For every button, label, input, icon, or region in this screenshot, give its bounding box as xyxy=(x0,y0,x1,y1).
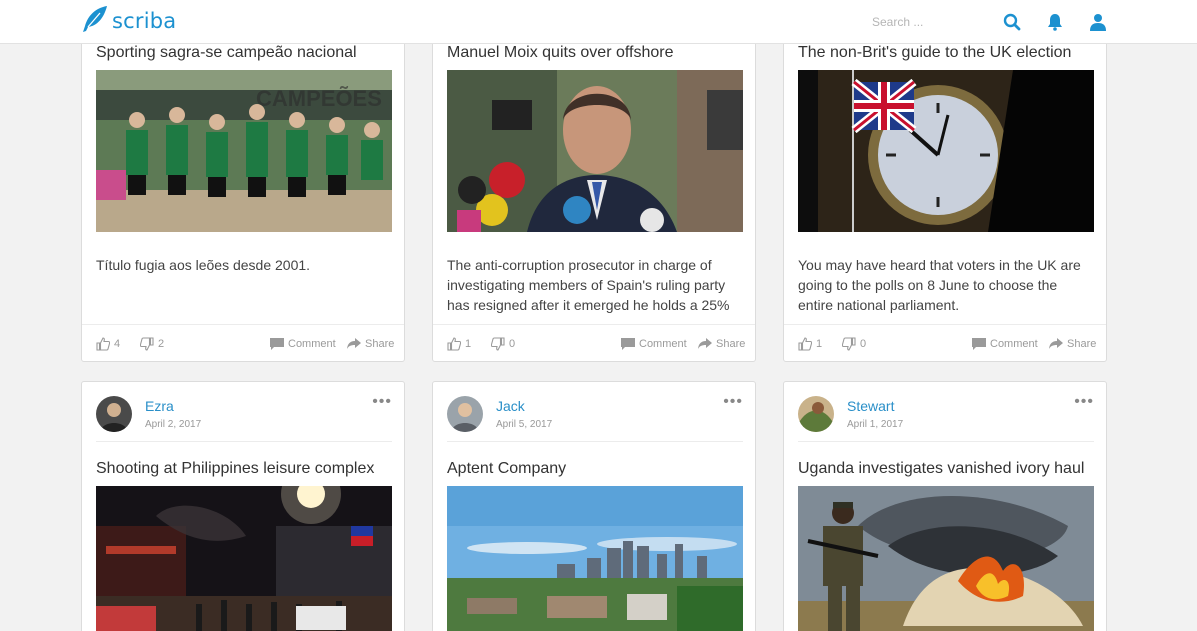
comment-label: Comment xyxy=(288,338,336,350)
search-input[interactable] xyxy=(866,11,986,33)
comment-button[interactable]: Comment xyxy=(972,325,1038,361)
thumbs-up-icon xyxy=(798,337,812,351)
post-title[interactable]: The non-Brit's guide to the UK election xyxy=(798,44,1071,62)
like-button[interactable]: 1 xyxy=(447,325,472,361)
comment-icon xyxy=(972,338,986,350)
dislike-button[interactable]: 2 xyxy=(140,325,165,361)
share-label: Share xyxy=(716,338,746,350)
share-button[interactable]: Share xyxy=(347,325,395,361)
comment-icon xyxy=(621,338,635,350)
dislike-button[interactable]: 0 xyxy=(842,325,867,361)
post-actions: 4 2 Comment Share xyxy=(82,324,404,361)
dislike-count: 2 xyxy=(158,338,165,350)
user-icon[interactable] xyxy=(1088,12,1108,32)
share-label: Share xyxy=(1067,338,1097,350)
post-card[interactable]: Manuel Moix quits over offshore The anti… xyxy=(432,0,756,362)
thumbs-down-icon xyxy=(491,337,505,351)
like-button[interactable]: 1 xyxy=(798,325,823,361)
like-count: 4 xyxy=(114,338,121,350)
post-author-bar: Stewart April 1, 2017 ••• xyxy=(798,394,1094,442)
more-options-icon[interactable]: ••• xyxy=(1074,394,1094,410)
more-options-icon[interactable]: ••• xyxy=(372,394,392,410)
more-options-icon[interactable]: ••• xyxy=(723,394,743,410)
logo-text: scriba xyxy=(112,9,177,33)
post-author-bar: Ezra April 2, 2017 ••• xyxy=(96,394,392,442)
post-actions: 1 0 Comment Share xyxy=(433,324,755,361)
share-icon xyxy=(347,338,361,349)
post-author-bar: Jack April 5, 2017 ••• xyxy=(447,394,743,442)
avatar[interactable] xyxy=(798,396,834,432)
share-label: Share xyxy=(365,338,395,350)
share-icon xyxy=(698,338,712,349)
comment-icon xyxy=(270,338,284,350)
post-card[interactable]: Ezra April 2, 2017 ••• Shooting at Phili… xyxy=(81,381,405,631)
post-date: April 2, 2017 xyxy=(145,419,202,430)
bell-icon[interactable] xyxy=(1045,12,1065,32)
author-name[interactable]: Jack xyxy=(496,398,525,414)
post-excerpt: The anti-corruption prosecutor in charge… xyxy=(447,257,730,313)
thumbs-up-icon xyxy=(96,337,110,351)
svg-text:CAMPEÕES: CAMPEÕES xyxy=(256,86,382,111)
comment-button[interactable]: Comment xyxy=(270,325,336,361)
comment-label: Comment xyxy=(639,338,687,350)
like-count: 1 xyxy=(816,338,823,350)
feather-logo-icon xyxy=(80,4,110,39)
dislike-button[interactable]: 0 xyxy=(491,325,516,361)
dislike-count: 0 xyxy=(509,338,516,350)
post-image[interactable] xyxy=(447,486,743,631)
share-button[interactable]: Share xyxy=(698,325,746,361)
author-name[interactable]: Stewart xyxy=(847,398,894,414)
post-title[interactable]: Sporting sagra-se campeão nacional xyxy=(96,44,357,62)
comment-label: Comment xyxy=(990,338,1038,350)
post-card[interactable]: Sporting sagra-se campeão nacional CAMPE… xyxy=(81,0,405,362)
post-image[interactable] xyxy=(798,486,1094,631)
post-image[interactable] xyxy=(798,70,1094,232)
post-card[interactable]: Jack April 5, 2017 ••• Aptent Company xyxy=(432,381,756,631)
post-date: April 1, 2017 xyxy=(847,419,904,430)
avatar[interactable] xyxy=(447,396,483,432)
top-navigation-bar: scriba xyxy=(0,0,1197,44)
post-title[interactable]: Shooting at Philippines leisure complex xyxy=(96,460,374,478)
thumbs-down-icon xyxy=(140,337,154,351)
avatar[interactable] xyxy=(96,396,132,432)
post-card[interactable]: The non-Brit's guide to the UK election … xyxy=(783,0,1107,362)
share-button[interactable]: Share xyxy=(1049,325,1097,361)
post-excerpt: You may have heard that voters in the UK… xyxy=(798,257,1081,313)
share-icon xyxy=(1049,338,1063,349)
like-button[interactable]: 4 xyxy=(96,325,121,361)
post-card[interactable]: Stewart April 1, 2017 ••• Uganda investi… xyxy=(783,381,1107,631)
post-date: April 5, 2017 xyxy=(496,419,553,430)
thumbs-down-icon xyxy=(842,337,856,351)
post-excerpt: Título fugia aos leões desde 2001. xyxy=(96,257,311,273)
post-actions: 1 0 Comment Share xyxy=(784,324,1106,361)
search-icon[interactable] xyxy=(1002,12,1022,32)
post-title[interactable]: Aptent Company xyxy=(447,460,566,478)
dislike-count: 0 xyxy=(860,338,867,350)
author-name[interactable]: Ezra xyxy=(145,398,174,414)
like-count: 1 xyxy=(465,338,472,350)
post-title[interactable]: Uganda investigates vanished ivory haul xyxy=(798,460,1084,478)
post-image[interactable] xyxy=(447,70,743,232)
logo[interactable]: scriba xyxy=(80,5,176,37)
post-title[interactable]: Manuel Moix quits over offshore xyxy=(447,44,673,62)
thumbs-up-icon xyxy=(447,337,461,351)
comment-button[interactable]: Comment xyxy=(621,325,687,361)
post-image[interactable]: CAMPEÕES xyxy=(96,70,392,232)
post-image[interactable] xyxy=(96,486,392,631)
